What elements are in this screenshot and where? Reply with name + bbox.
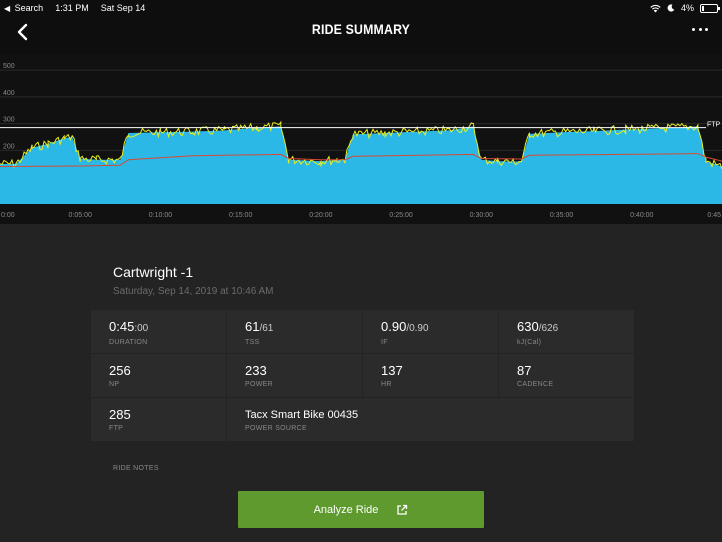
ride-notes-label[interactable]: RIDE NOTES [113,465,159,472]
x-tick-label: 0:35:00 [550,212,573,219]
x-tick-label: 0:00 [1,212,15,219]
stat-cadence: 87 CADENCE [499,354,634,397]
page-title: RIDE SUMMARY [311,21,411,37]
stat-ftp: 285 FTP [91,398,226,441]
x-tick-label: 0:40:00 [630,212,653,219]
power-chart[interactable]: 200 300 400 500 FTP 0:00 0:05:00 0:10:00 0:15:00… [0,54,722,224]
stat-label: FTP [109,425,124,432]
power-chart-svg: 200 300 400 500 FTP 0:00 0:05:00 0:10:00 0:15:00… [0,63,722,219]
stat-value: 87 [517,363,532,378]
analyze-ride-label: Analyze Ride [313,503,379,516]
battery-icon [700,3,720,13]
stat-value: 233 [245,363,267,378]
status-left: ◀ Search 1:31 PM Sat Sep 14 [4,3,145,13]
stat-power-source: Tacx Smart Bike 00435 POWER SOURCE [227,398,634,441]
stat-value: Tacx Smart Bike 00435 [245,409,359,421]
x-tick-label: 0:25:00 [389,212,412,219]
stat-value: 0:45:00 [109,319,149,335]
stat-label: kJ(Cal) [517,339,542,346]
status-date: Sat Sep 14 [100,3,146,13]
x-tick-label: 0:10:00 [149,212,172,219]
x-tick-label: 0:20:00 [309,212,332,219]
ftp-label: FTP [707,122,721,129]
external-link-icon [397,504,408,515]
chevron-left-icon[interactable] [14,22,34,42]
stat-label: POWER [245,381,273,388]
stat-if: 0.90/0.90 IF [363,310,498,353]
stat-label: DURATION [109,339,148,346]
stat-label: TSS [245,339,260,346]
stat-value: 137 [381,363,403,378]
stat-value: 0.90/0.90 [381,319,429,335]
moon-icon [667,4,675,12]
ride-date: Saturday, Sep 14, 2019 at 10:46 AM [113,286,274,297]
stat-value: 256 [109,363,131,378]
stat-label: CADENCE [517,381,554,388]
status-bar: ◀ Search 1:31 PM Sat Sep 14 4% [0,0,722,16]
stat-label: POWER SOURCE [245,425,307,432]
stat-value: 630/626 [517,319,559,335]
stat-label: HR [381,381,392,388]
status-right: 4% [650,3,720,13]
top-bar: ◀ Search 1:31 PM Sat Sep 14 4% RIDE SUMM… [0,0,722,54]
y-tick-label: 500 [3,63,15,70]
back-app-label: Search [14,3,44,13]
x-tick-label: 0:05:00 [69,212,92,219]
stat-label: IF [381,339,388,346]
stat-tss: 61/61 TSS [227,310,362,353]
y-tick-label: 200 [3,143,15,150]
nav-bar: RIDE SUMMARY [0,16,722,48]
ride-name: Cartwright -1 [113,264,194,280]
stat-label: NP [109,381,120,388]
y-tick-label: 400 [3,90,15,97]
y-tick-label: 300 [3,117,15,124]
stat-power: 233 POWER [227,354,362,397]
back-triangle-icon: ◀ [4,4,11,13]
x-tick-label: 0:30:00 [470,212,493,219]
back-to-app-link[interactable]: ◀ Search [4,3,43,13]
x-tick-label: 0:15:00 [229,212,252,219]
analyze-ride-button[interactable]: Analyze Ride [238,491,484,528]
stat-np: 256 NP [91,354,226,397]
x-tick-label: 0:45 [707,212,721,219]
stat-value: 61/61 [245,319,274,335]
stats-grid: 0:45:00 DURATION 61/61 TSS 0.90/0.90 IF … [91,310,634,441]
ride-details: Cartwright -1 Saturday, Sep 14, 2019 at … [0,224,722,542]
stat-kj: 630/626 kJ(Cal) [499,310,634,353]
wifi-icon [650,4,661,12]
stat-duration: 0:45:00 DURATION [91,310,226,353]
stat-value: 285 [109,407,131,422]
battery-percent: 4% [680,3,694,13]
more-horizontal-icon[interactable] [692,28,708,34]
stat-hr: 137 HR [363,354,498,397]
status-time: 1:31 PM [55,3,89,13]
